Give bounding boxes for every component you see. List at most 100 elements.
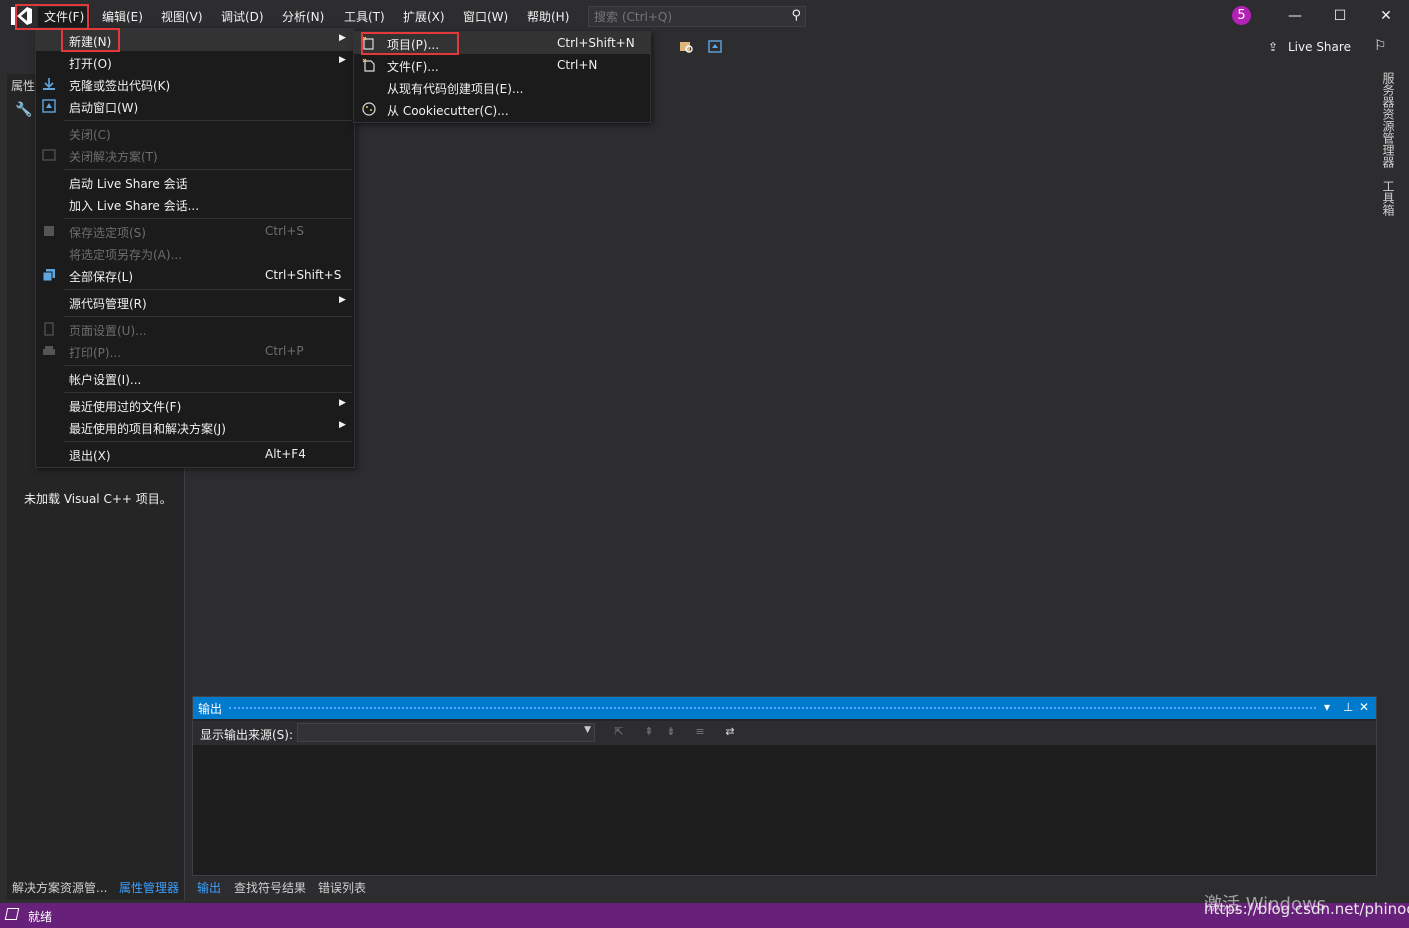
close-icon[interactable]: ✕ (1359, 700, 1369, 714)
goto-error-icon[interactable]: ⇱ (611, 725, 627, 741)
output-toolbar: 显示输出来源(S): ▼ ⇱ ⇞ ⇟ ≡ ⇄ (193, 721, 1376, 745)
menu-item-label: 最近使用的项目和解决方案(J) (69, 422, 226, 436)
word-wrap-icon[interactable]: ⇄ (722, 725, 738, 741)
maximize-button[interactable]: ☐ (1325, 6, 1355, 26)
live-share-label: Live Share (1288, 40, 1351, 54)
menu-help[interactable]: 帮助(H) (521, 7, 575, 27)
print-icon (43, 346, 55, 355)
menu-item-label: 保存选定项(S) (69, 226, 146, 240)
find-in-files-icon[interactable] (678, 40, 694, 54)
menu-separator (64, 365, 352, 366)
menu-separator (64, 218, 352, 219)
save-icon (44, 226, 54, 236)
menu-item-start-live-share[interactable]: 启动 Live Share 会话 (36, 171, 354, 193)
output-source-label: 显示输出来源(S): (200, 728, 294, 742)
status-text: 就绪 (28, 910, 53, 924)
chevron-right-icon: ▶ (339, 295, 346, 305)
file-menu-dropdown: 新建(N) ▶ 打开(O) ▶ 克隆或签出代码(K) 启动窗口(W) 关闭(C)… (35, 28, 355, 468)
chevron-down-icon[interactable]: ▾ (1324, 700, 1330, 714)
menu-edit[interactable]: 编辑(E) (96, 7, 149, 27)
menu-item-open[interactable]: 打开(O) ▶ (36, 51, 354, 73)
output-text-area[interactable] (193, 745, 1376, 875)
pin-icon[interactable]: ⊥ (1343, 700, 1353, 714)
tab-server-explorer[interactable]: 服务器资源管理器 (1381, 72, 1397, 168)
status-bar: 就绪 (0, 903, 1409, 928)
tab-property-manager[interactable]: 属性管理器 (119, 879, 179, 896)
right-tool-strip: 服务器资源管理器 工具箱 (1380, 68, 1400, 268)
menu-item-start-window[interactable]: 启动窗口(W) (36, 95, 354, 117)
menu-separator (64, 120, 352, 121)
tab-solution-explorer[interactable]: 解决方案资源管... (12, 879, 107, 896)
menu-item-save-as: 将选定项另存为(A)... (36, 242, 354, 264)
feedback-icon[interactable]: ⚐ (1374, 38, 1387, 54)
menu-item-label: 克隆或签出代码(K) (69, 79, 171, 93)
notification-badge[interactable]: 5 (1232, 6, 1251, 25)
tab-error-list[interactable]: 错误列表 (318, 879, 366, 896)
menu-item-exit[interactable]: 退出(X) Alt+F4 (36, 443, 354, 465)
highlight-box-project (361, 32, 459, 55)
clear-all-icon[interactable]: ≡ (692, 725, 708, 741)
menu-item-label: 关闭解决方案(T) (69, 150, 158, 164)
menu-item-label: 启动 Live Share 会话 (69, 177, 188, 191)
menu-debug[interactable]: 调试(D) (215, 7, 270, 27)
menu-item-label: 打开(O) (69, 57, 112, 71)
menu-extensions[interactable]: 扩展(X) (397, 7, 451, 27)
menu-analyze[interactable]: 分析(N) (276, 7, 330, 27)
highlight-box-file-menu (15, 4, 89, 30)
menu-window[interactable]: 窗口(W) (457, 7, 514, 27)
menu-item-source-control[interactable]: 源代码管理(R) ▶ (36, 291, 354, 313)
menu-item-save-all[interactable]: 全部保存(L) Ctrl+Shift+S (36, 264, 354, 286)
menu-item-account-settings[interactable]: 帐户设置(I)... (36, 367, 354, 389)
chevron-down-icon: ▼ (584, 725, 591, 735)
submenu-item-from-existing-code[interactable]: 从现有代码创建项目(E)... (354, 76, 650, 98)
menu-item-label: 加入 Live Share 会话... (69, 199, 200, 213)
tab-output[interactable]: 输出 (197, 879, 221, 896)
menu-item-label: 源代码管理(R) (69, 297, 147, 311)
search-input[interactable] (589, 7, 779, 26)
submenu-item-from-cookiecutter[interactable]: 从 Cookiecutter(C)... (354, 98, 650, 120)
share-icon: ⇪ (1268, 40, 1279, 54)
close-button[interactable]: ✕ (1371, 6, 1401, 26)
tab-find-symbol-results[interactable]: 查找符号结果 (234, 879, 306, 896)
no-project-message: 未加载 Visual C++ 项目。 (24, 492, 172, 506)
menu-item-label: 启动窗口(W) (69, 101, 139, 115)
menu-item-close-solution: 关闭解决方案(T) (36, 144, 354, 166)
highlight-box-new (61, 28, 120, 52)
menu-item-label: 关闭(C) (69, 128, 111, 142)
menu-item-clone[interactable]: 克隆或签出代码(K) (36, 73, 354, 95)
submenu-item-shortcut: Ctrl+Shift+N (557, 36, 635, 50)
menu-separator (64, 441, 352, 442)
search-icon[interactable]: ⚲ (791, 8, 801, 23)
menu-item-shortcut: Alt+F4 (265, 447, 306, 461)
prev-message-icon[interactable]: ⇞ (641, 725, 657, 741)
close-solution-icon (42, 149, 56, 161)
menu-item-shortcut: Ctrl+P (265, 344, 304, 358)
properties-panel-title: 属性 (11, 79, 36, 93)
cookiecutter-icon (362, 102, 376, 116)
menu-item-recent-projects[interactable]: 最近使用的项目和解决方案(J) ▶ (36, 416, 354, 438)
next-message-icon[interactable]: ⇟ (663, 725, 679, 741)
menu-separator (64, 289, 352, 290)
output-panel-tabs: 输出 查找符号结果 错误列表 (192, 876, 492, 898)
output-title: 输出 (198, 702, 223, 716)
output-drag-handle[interactable] (229, 707, 1316, 710)
search-box[interactable]: ⚲ (588, 6, 806, 27)
submenu-item-label: 从现有代码创建项目(E)... (387, 82, 524, 96)
minimize-button[interactable]: — (1280, 6, 1310, 26)
menu-item-recent-files[interactable]: 最近使用过的文件(F) ▶ (36, 394, 354, 416)
output-header: 输出 ▾ ⊥ ✕ (193, 697, 1376, 719)
menu-item-label: 打印(P)... (69, 346, 122, 360)
menu-view[interactable]: 视图(V) (155, 7, 209, 27)
live-share-button[interactable]: ⇪ Live Share (1268, 40, 1351, 54)
start-window-icon[interactable] (708, 40, 724, 54)
save-all-icon (42, 269, 55, 282)
chevron-right-icon: ▶ (339, 398, 346, 408)
download-icon (43, 78, 55, 90)
menu-item-shortcut: Ctrl+S (265, 224, 305, 238)
menu-item-join-live-share[interactable]: 加入 Live Share 会话... (36, 193, 354, 215)
menu-tools[interactable]: 工具(T) (338, 7, 391, 27)
wrench-icon[interactable]: 🔧 (15, 102, 32, 118)
submenu-item-new-file[interactable]: 文件(F)... Ctrl+N (354, 54, 650, 76)
output-source-select[interactable]: ▼ (297, 723, 595, 742)
tab-toolbox[interactable]: 工具箱 (1381, 180, 1397, 216)
